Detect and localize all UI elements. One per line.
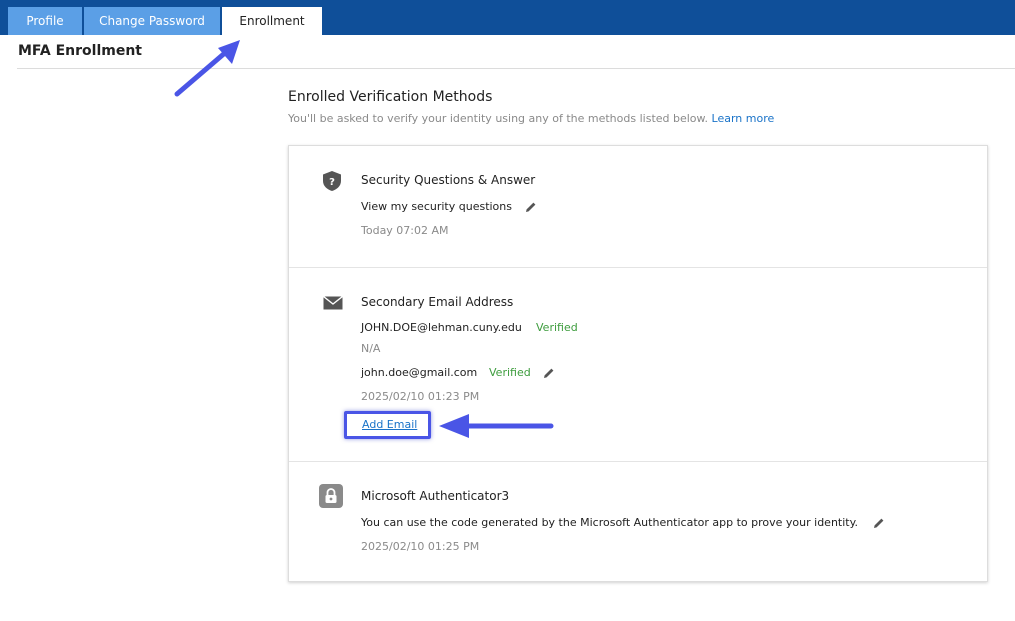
- authenticator-timestamp: 2025/02/10 01:25 PM: [361, 540, 480, 553]
- method-divider: [289, 267, 987, 268]
- authenticator-description: You can use the code generated by the Mi…: [361, 516, 859, 529]
- secondary-email-address: john.doe@gmail.com: [361, 366, 478, 379]
- section-description: You'll be asked to verify your identity …: [288, 112, 774, 125]
- methods-card: ? Security Questions & Answer View my se…: [288, 145, 988, 582]
- primary-email-verified-badge: Verified: [536, 321, 578, 334]
- tab-change-password[interactable]: Change Password: [84, 7, 220, 35]
- security-timestamp: Today 07:02 AM: [361, 224, 449, 237]
- authenticator-title: Microsoft Authenticator3: [361, 489, 510, 503]
- view-security-questions-link[interactable]: View my security questions: [361, 200, 512, 213]
- authenticator-lock-icon: [319, 484, 343, 508]
- edit-authenticator-pencil-icon[interactable]: [873, 517, 885, 529]
- envelope-icon: [323, 296, 343, 310]
- learn-more-link[interactable]: Learn more: [712, 112, 775, 125]
- section-title: Enrolled Verification Methods: [288, 89, 493, 105]
- security-questions-title: Security Questions & Answer: [361, 173, 536, 187]
- email-na-value: N/A: [361, 342, 381, 355]
- svg-text:?: ?: [329, 177, 335, 188]
- secondary-email-title: Secondary Email Address: [361, 295, 514, 309]
- add-email-button[interactable]: Add Email: [362, 418, 417, 431]
- edit-security-pencil-icon[interactable]: [525, 201, 537, 213]
- top-navigation-bar: Profile Change Password Enrollment: [0, 0, 1015, 35]
- edit-email-pencil-icon[interactable]: [543, 367, 555, 379]
- page-title: MFA Enrollment: [18, 43, 142, 59]
- email-timestamp: 2025/02/10 01:23 PM: [361, 390, 480, 403]
- shield-question-icon: ?: [323, 171, 341, 191]
- tab-profile[interactable]: Profile: [8, 7, 82, 35]
- annotation-arrow-enrollment-icon: [174, 40, 240, 97]
- section-description-text: You'll be asked to verify your identity …: [288, 112, 709, 125]
- primary-email-address: JOHN.DOE@lehman.cuny.edu: [361, 321, 522, 334]
- title-divider: [17, 68, 1015, 69]
- secondary-email-verified-badge: Verified: [489, 366, 531, 379]
- tab-enrollment[interactable]: Enrollment: [222, 7, 322, 35]
- method-divider: [289, 461, 987, 462]
